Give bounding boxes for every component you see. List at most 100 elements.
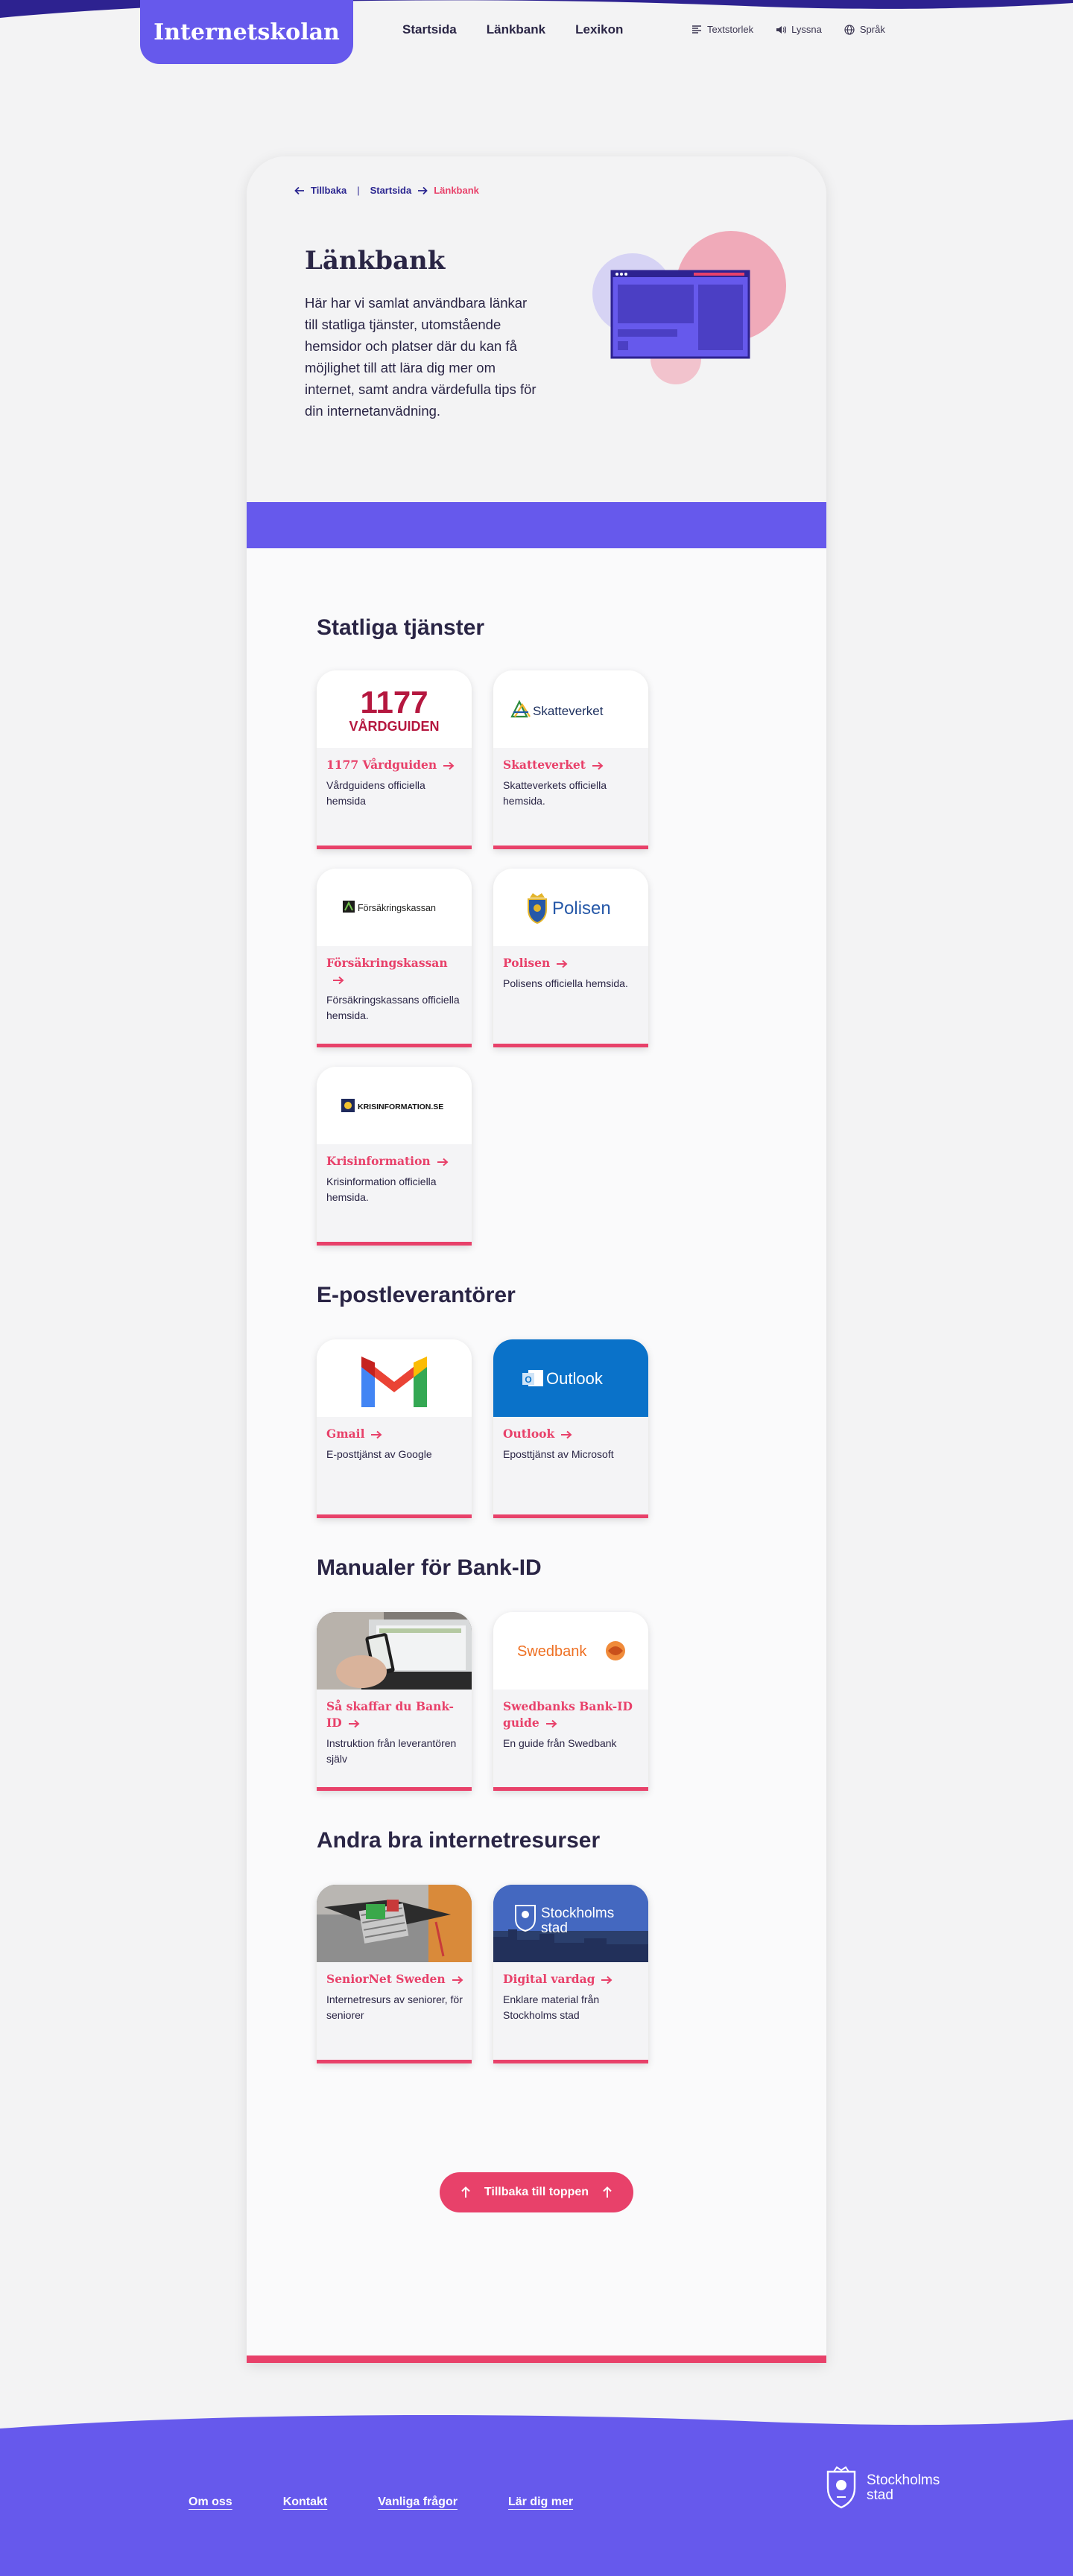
arrow-right-icon [443,761,455,770]
tile-desc-outlook: Eposttjänst av Microsoft [503,1448,614,1460]
polisen-logo-icon: Polisen [528,893,611,924]
tile-desc-digital-vardag: Enklare material från Stockholms stad [503,1993,600,2021]
tile-link-1177[interactable]: 1177 Vårdguiden [326,757,465,773]
logo-krisinformation: KRISINFORMATION.SE [317,1067,472,1144]
arrow-up-icon [461,2186,470,2198]
tile-desc-gmail: E-posttjänst av Google [326,1448,432,1460]
tile-link-outlook[interactable]: Outlook [503,1426,642,1442]
footer-link-vanliga-fragor[interactable]: Vanliga frågor [378,2496,458,2509]
section-title-statliga: Statliga tjänster [317,615,485,640]
page-title: Länkbank [305,246,446,276]
tile-desc-1177: Vårdguidens officiella hemsida [326,779,425,807]
back-to-top-button[interactable]: Tillbaka till toppen [440,2172,633,2212]
svg-text:stad: stad [541,1920,568,1936]
listen-button[interactable]: Lyssna [776,24,822,35]
footer-link-om-oss[interactable]: Om oss [189,2496,232,2509]
photo-shopping-cart [317,1885,472,1962]
arrow-right-icon [545,1719,557,1728]
hero-band [247,502,826,548]
link-card-skatteverket[interactable]: Skatteverket Skatteverket Skatteverkets … [493,670,648,849]
photo-phone-laptop [317,1612,472,1690]
browser-illustration [592,231,786,384]
text-size-icon [692,25,701,34]
card-bottom-bar [247,2355,826,2363]
svg-text:Swedbank: Swedbank [517,1643,587,1660]
nav-lankbank[interactable]: Länkbank [487,22,545,37]
tile-desc-bankid: Instruktion från leverantören själv [326,1737,457,1765]
link-card-krisinformation[interactable]: KRISINFORMATION.SE Krisinformation Krisi… [317,1067,472,1246]
svg-text:KRISINFORMATION.SE: KRISINFORMATION.SE [358,1103,443,1111]
nav-lexikon[interactable]: Lexikon [575,22,623,37]
tile-link-skatteverket[interactable]: Skatteverket [503,757,642,773]
svg-text:Försäkringskassan: Försäkringskassan [358,903,436,913]
forsakringskassan-logo-icon: Försäkringskassan [343,901,436,913]
speaker-icon [776,25,787,34]
stockholm-city-photo-icon: Stockholms stad [493,1885,648,1962]
site-logo-text: Internetskolan [153,19,340,45]
link-card-1177[interactable]: 1177 VÅRDGUIDEN 1177 Vårdguiden Vårdguid… [317,670,472,849]
tile-link-bankid[interactable]: Så skaffar du Bank-ID [326,1698,465,1731]
1177-logo-icon: 1177 VÅRDGUIDEN [349,685,439,734]
tile-desc-polisen: Polisens officiella hemsida. [503,977,628,989]
tile-link-krisinformation[interactable]: Krisinformation [326,1153,465,1170]
link-card-polisen[interactable]: Polisen Polisen Polisens officiella hems… [493,869,648,1047]
tile-link-seniornet[interactable]: SeniorNet Sweden [326,1971,465,1987]
gmail-logo-icon [361,1357,427,1407]
back-to-top-label: Tillbaka till toppen [484,2186,589,2198]
site-logo[interactable]: Internetskolan [140,0,353,64]
link-card-forsakringskassan[interactable]: Försäkringskassan Försäkringskassan Förs… [317,869,472,1047]
outlook-logo-icon: O Outlook [522,1369,604,1388]
breadcrumb-home[interactable]: Startsida [370,185,412,196]
svg-text:VÅRDGUIDEN: VÅRDGUIDEN [349,719,439,734]
tile-desc-krisinformation: Krisinformation officiella hemsida. [326,1176,437,1203]
nav-startsida[interactable]: Startsida [402,22,457,37]
language-button[interactable]: Språk [844,24,885,35]
tile-link-digital-vardag[interactable]: Digital vardag [503,1971,642,1987]
tile-desc-skatteverket: Skatteverkets officiella hemsida. [503,779,607,807]
section-title-bankid: Manualer för Bank-ID [317,1555,542,1580]
tile-link-gmail[interactable]: Gmail [326,1426,465,1442]
skatteverket-logo-icon: Skatteverket [510,699,604,718]
arrow-right-icon [348,1719,360,1728]
logo-swedbank: Swedbank [493,1612,648,1690]
arrow-right-icon [452,1976,463,1985]
svg-text:O: O [525,1374,531,1385]
link-card-gmail[interactable]: Gmail E-posttjänst av Google [317,1339,472,1518]
link-card-swedbank[interactable]: Swedbank Swedbanks Bank-ID guide En guid… [493,1612,648,1791]
tile-link-forsakringskassan[interactable]: Försäkringskassan [326,955,465,988]
tile-desc-swedbank: En guide från Swedbank [503,1737,617,1749]
back-link[interactable]: Tillbaka [311,185,346,196]
text-size-label: Textstorlek [707,24,754,35]
listen-label: Lyssna [791,24,822,35]
footer-link-lar-dig-mer[interactable]: Lär dig mer [508,2496,573,2509]
text-size-button[interactable]: Textstorlek [691,24,753,35]
footer-link-kontakt[interactable]: Kontakt [283,2496,328,2509]
breadcrumb-current: Länkbank [434,185,479,196]
stockholms-stad-logo[interactable]: Stockholms stad [823,2466,941,2510]
arrow-right-icon [557,959,568,968]
breadcrumb-separator: | [357,185,360,196]
arrow-right-icon [561,1430,572,1439]
logo-stockholm-photo: Stockholms stad [493,1885,648,1962]
link-card-bankid[interactable]: Så skaffar du Bank-ID Instruktion från l… [317,1612,472,1791]
svg-text:Polisen: Polisen [552,898,611,919]
link-card-outlook[interactable]: O Outlook Outlook Eposttjänst av Microso… [493,1339,648,1518]
arrow-right-icon [418,186,428,194]
arrow-right-icon [371,1430,382,1439]
link-card-seniornet[interactable]: SeniorNet Sweden Internetresurs av senio… [317,1885,472,2063]
tile-link-polisen[interactable]: Polisen [503,955,642,971]
breadcrumb: Tillbaka | Startsida Länkbank [294,185,479,196]
svg-text:Stockholms: Stockholms [541,1906,614,1921]
svg-text:1177: 1177 [360,685,428,720]
shopping-cart-photo-icon [317,1885,472,1962]
footer-nav: Om oss Kontakt Vanliga frågor Lär dig me… [189,2496,624,2509]
logo-skatteverket: Skatteverket [493,670,648,748]
arrow-left-icon [294,186,304,194]
logo-1177: 1177 VÅRDGUIDEN [317,670,472,748]
language-label: Språk [859,24,885,35]
logo-forsakringskassan: Försäkringskassan [317,869,472,946]
link-card-digital-vardag[interactable]: Stockholms stad Digital vardag Enklare m… [493,1885,648,2063]
tile-link-swedbank[interactable]: Swedbanks Bank-ID guide [503,1698,642,1731]
krisinformation-logo-icon: KRISINFORMATION.SE [341,1099,443,1112]
footer-logo-text: Stockholms stad [867,2472,940,2503]
